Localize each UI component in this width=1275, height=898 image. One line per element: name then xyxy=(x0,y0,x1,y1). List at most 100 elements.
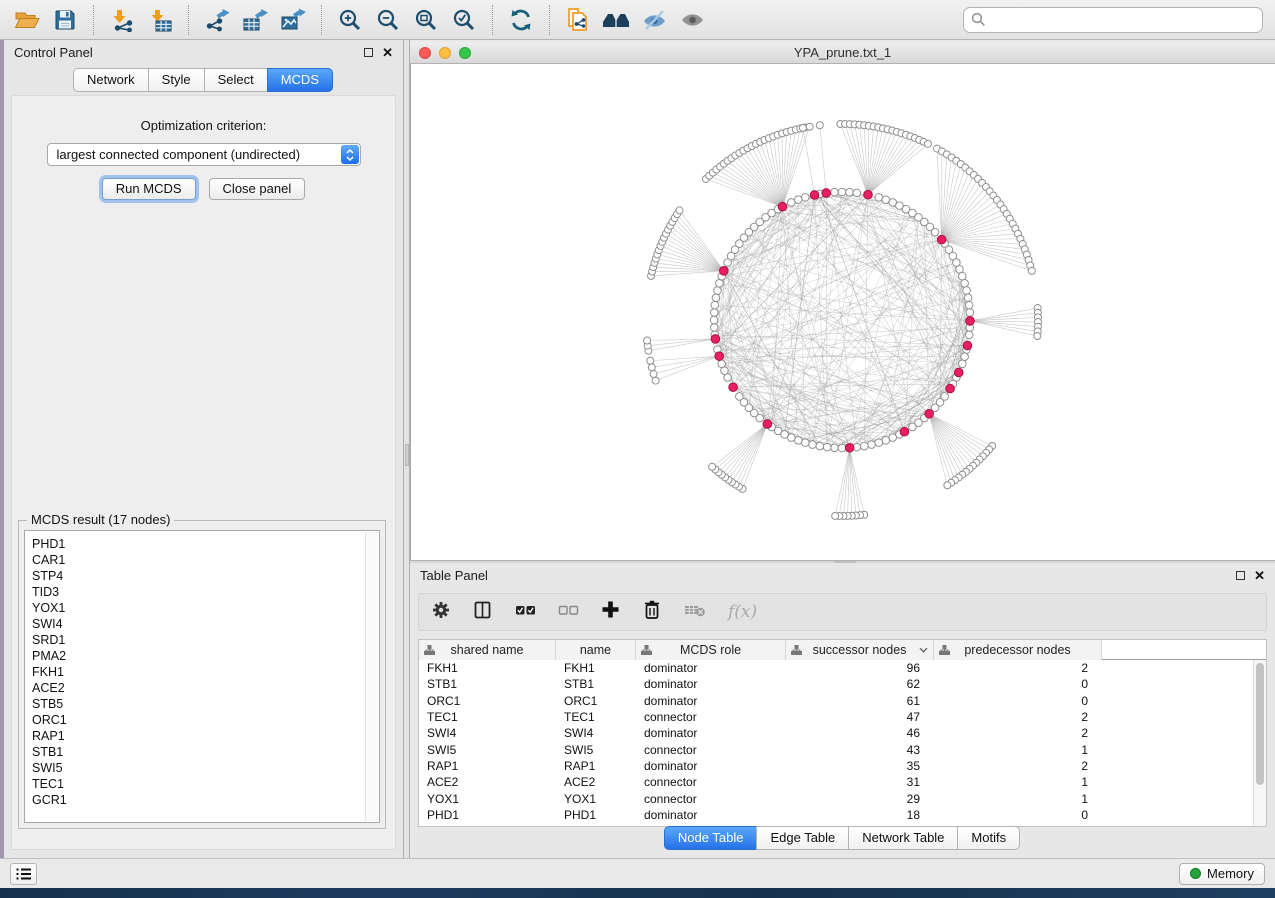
mcds-result-item[interactable]: SWI4 xyxy=(32,616,379,632)
mcds-result-item[interactable]: SWI5 xyxy=(32,760,379,776)
table-row[interactable]: SWI5SWI5connector431 xyxy=(419,741,1266,757)
mcds-result-item[interactable]: CAR1 xyxy=(32,552,379,568)
zoom-selected-button[interactable] xyxy=(448,4,480,36)
table-row[interactable]: STB1STB1dominator620 xyxy=(419,676,1266,692)
column-header[interactable]: shared name xyxy=(419,640,556,660)
table-row[interactable]: TEC1TEC1connector472 xyxy=(419,709,1266,725)
memory-button[interactable]: Memory xyxy=(1179,863,1265,885)
search-icon xyxy=(971,12,986,27)
cytoscape-window: Control Panel ✕ Network Style Select MCD… xyxy=(0,0,1275,888)
toggle-columns-button[interactable] xyxy=(473,600,493,625)
control-panel-tabs: Network Style Select MCDS xyxy=(4,68,403,92)
zoom-out-button[interactable] xyxy=(372,4,404,36)
run-mcds-button[interactable]: Run MCDS xyxy=(102,178,196,200)
export-image-button[interactable] xyxy=(277,4,309,36)
list-icon xyxy=(16,867,32,881)
scrollbar-thumb[interactable] xyxy=(1256,663,1264,785)
function-builder-button[interactable]: f(x) xyxy=(728,602,757,622)
columns-icon xyxy=(473,600,493,620)
open-session-button[interactable] xyxy=(11,4,43,36)
splitter-grip[interactable] xyxy=(405,444,409,466)
table-row[interactable]: SWI4SWI4dominator462 xyxy=(419,725,1266,741)
delete-columns-button[interactable] xyxy=(684,602,706,623)
mcds-result-item[interactable]: STP4 xyxy=(32,568,379,584)
show-all-button[interactable] xyxy=(676,4,708,36)
add-column-button[interactable] xyxy=(601,600,620,624)
network-window-title: YPA_prune.txt_1 xyxy=(410,45,1275,60)
zoom-out-icon xyxy=(376,8,400,32)
optimization-criterion-select[interactable]: largest connected component (undirected) xyxy=(47,143,361,166)
close-panel-button[interactable]: Close panel xyxy=(209,178,306,200)
search-box[interactable] xyxy=(963,7,1263,33)
mcds-result-item[interactable]: SRD1 xyxy=(32,632,379,648)
vertical-splitter[interactable] xyxy=(403,40,410,858)
tab-edge-table[interactable]: Edge Table xyxy=(756,826,849,850)
zoom-in-icon xyxy=(338,8,362,32)
mcds-result-item[interactable]: ACE2 xyxy=(32,680,379,696)
tab-select[interactable]: Select xyxy=(204,68,268,92)
close-panel-icon[interactable]: ✕ xyxy=(1254,571,1265,580)
select-all-button[interactable] xyxy=(515,602,536,623)
table-toolbar: f(x) xyxy=(418,593,1267,631)
mcds-result-item[interactable]: RAP1 xyxy=(32,728,379,744)
refresh-view-button[interactable] xyxy=(505,4,537,36)
mcds-result-item[interactable]: STB5 xyxy=(32,696,379,712)
column-header[interactable]: successor nodes xyxy=(786,640,934,660)
eye-slash-icon xyxy=(641,8,667,32)
refresh-icon xyxy=(509,8,533,32)
table-row[interactable]: YOX1YOX1connector291 xyxy=(419,790,1266,806)
save-session-button[interactable] xyxy=(49,4,81,36)
zoom-selected-icon xyxy=(452,8,476,32)
zoom-in-button[interactable] xyxy=(334,4,366,36)
tab-network-table[interactable]: Network Table xyxy=(848,826,958,850)
export-network-button[interactable] xyxy=(201,4,233,36)
task-history-button[interactable] xyxy=(10,863,37,885)
import-network-button[interactable] xyxy=(106,4,138,36)
mcds-result-item[interactable]: FKH1 xyxy=(32,664,379,680)
mcds-result-item[interactable]: PMA2 xyxy=(32,648,379,664)
clone-network-button[interactable] xyxy=(562,4,594,36)
search-input[interactable] xyxy=(986,12,1262,27)
optimization-criterion-value: largest connected component (undirected) xyxy=(57,147,301,162)
table-tabs: Node Table Edge Table Network Table Moti… xyxy=(410,826,1275,850)
table-row[interactable]: RAP1RAP1dominator352 xyxy=(419,758,1266,774)
export-table-icon xyxy=(242,8,268,32)
hide-selected-button[interactable] xyxy=(638,4,670,36)
deselect-all-button[interactable] xyxy=(558,602,579,623)
node-table: shared namenameMCDS rolesuccessor nodesp… xyxy=(418,639,1267,827)
table-settings-button[interactable] xyxy=(431,600,451,625)
close-panel-icon[interactable]: ✕ xyxy=(382,48,393,57)
table-row[interactable]: ACE2ACE2connector311 xyxy=(419,774,1266,790)
network-window-titlebar[interactable]: YPA_prune.txt_1 xyxy=(410,42,1275,64)
float-panel-icon[interactable] xyxy=(364,48,373,57)
import-table-button[interactable] xyxy=(144,4,176,36)
tab-style[interactable]: Style xyxy=(148,68,205,92)
mcds-result-item[interactable]: STB1 xyxy=(32,744,379,760)
search-network-button[interactable] xyxy=(600,4,632,36)
float-panel-icon[interactable] xyxy=(1236,571,1245,580)
tab-node-table[interactable]: Node Table xyxy=(664,826,758,850)
delete-entries-button[interactable] xyxy=(642,599,662,625)
column-header[interactable]: MCDS role xyxy=(636,640,786,660)
tab-mcds[interactable]: MCDS xyxy=(267,68,333,92)
export-table-button[interactable] xyxy=(239,4,271,36)
mcds-result-item[interactable]: ORC1 xyxy=(32,712,379,728)
table-scrollbar[interactable] xyxy=(1253,660,1266,826)
table-row[interactable]: FKH1FKH1dominator962 xyxy=(419,660,1266,676)
mcds-result-list[interactable]: PHD1CAR1STP4TID3YOX1SWI4SRD1PMA2FKH1ACE2… xyxy=(24,530,380,823)
mcds-result-item[interactable]: YOX1 xyxy=(32,600,379,616)
tab-network[interactable]: Network xyxy=(73,68,149,92)
column-header[interactable]: predecessor nodes xyxy=(934,640,1102,660)
mcds-result-item[interactable]: TEC1 xyxy=(32,776,379,792)
tab-motifs[interactable]: Motifs xyxy=(957,826,1020,850)
table-row[interactable]: ORC1ORC1dominator610 xyxy=(419,693,1266,709)
mcds-result-item[interactable]: PHD1 xyxy=(32,536,379,552)
network-graph[interactable] xyxy=(411,64,1275,560)
list-scrollbar[interactable] xyxy=(365,532,378,821)
mcds-result-item[interactable]: GCR1 xyxy=(32,792,379,808)
column-header[interactable]: name xyxy=(556,640,636,660)
network-canvas[interactable] xyxy=(410,64,1275,560)
zoom-fit-button[interactable] xyxy=(410,4,442,36)
table-row[interactable]: PHD1PHD1dominator180 xyxy=(419,807,1266,823)
mcds-result-item[interactable]: TID3 xyxy=(32,584,379,600)
